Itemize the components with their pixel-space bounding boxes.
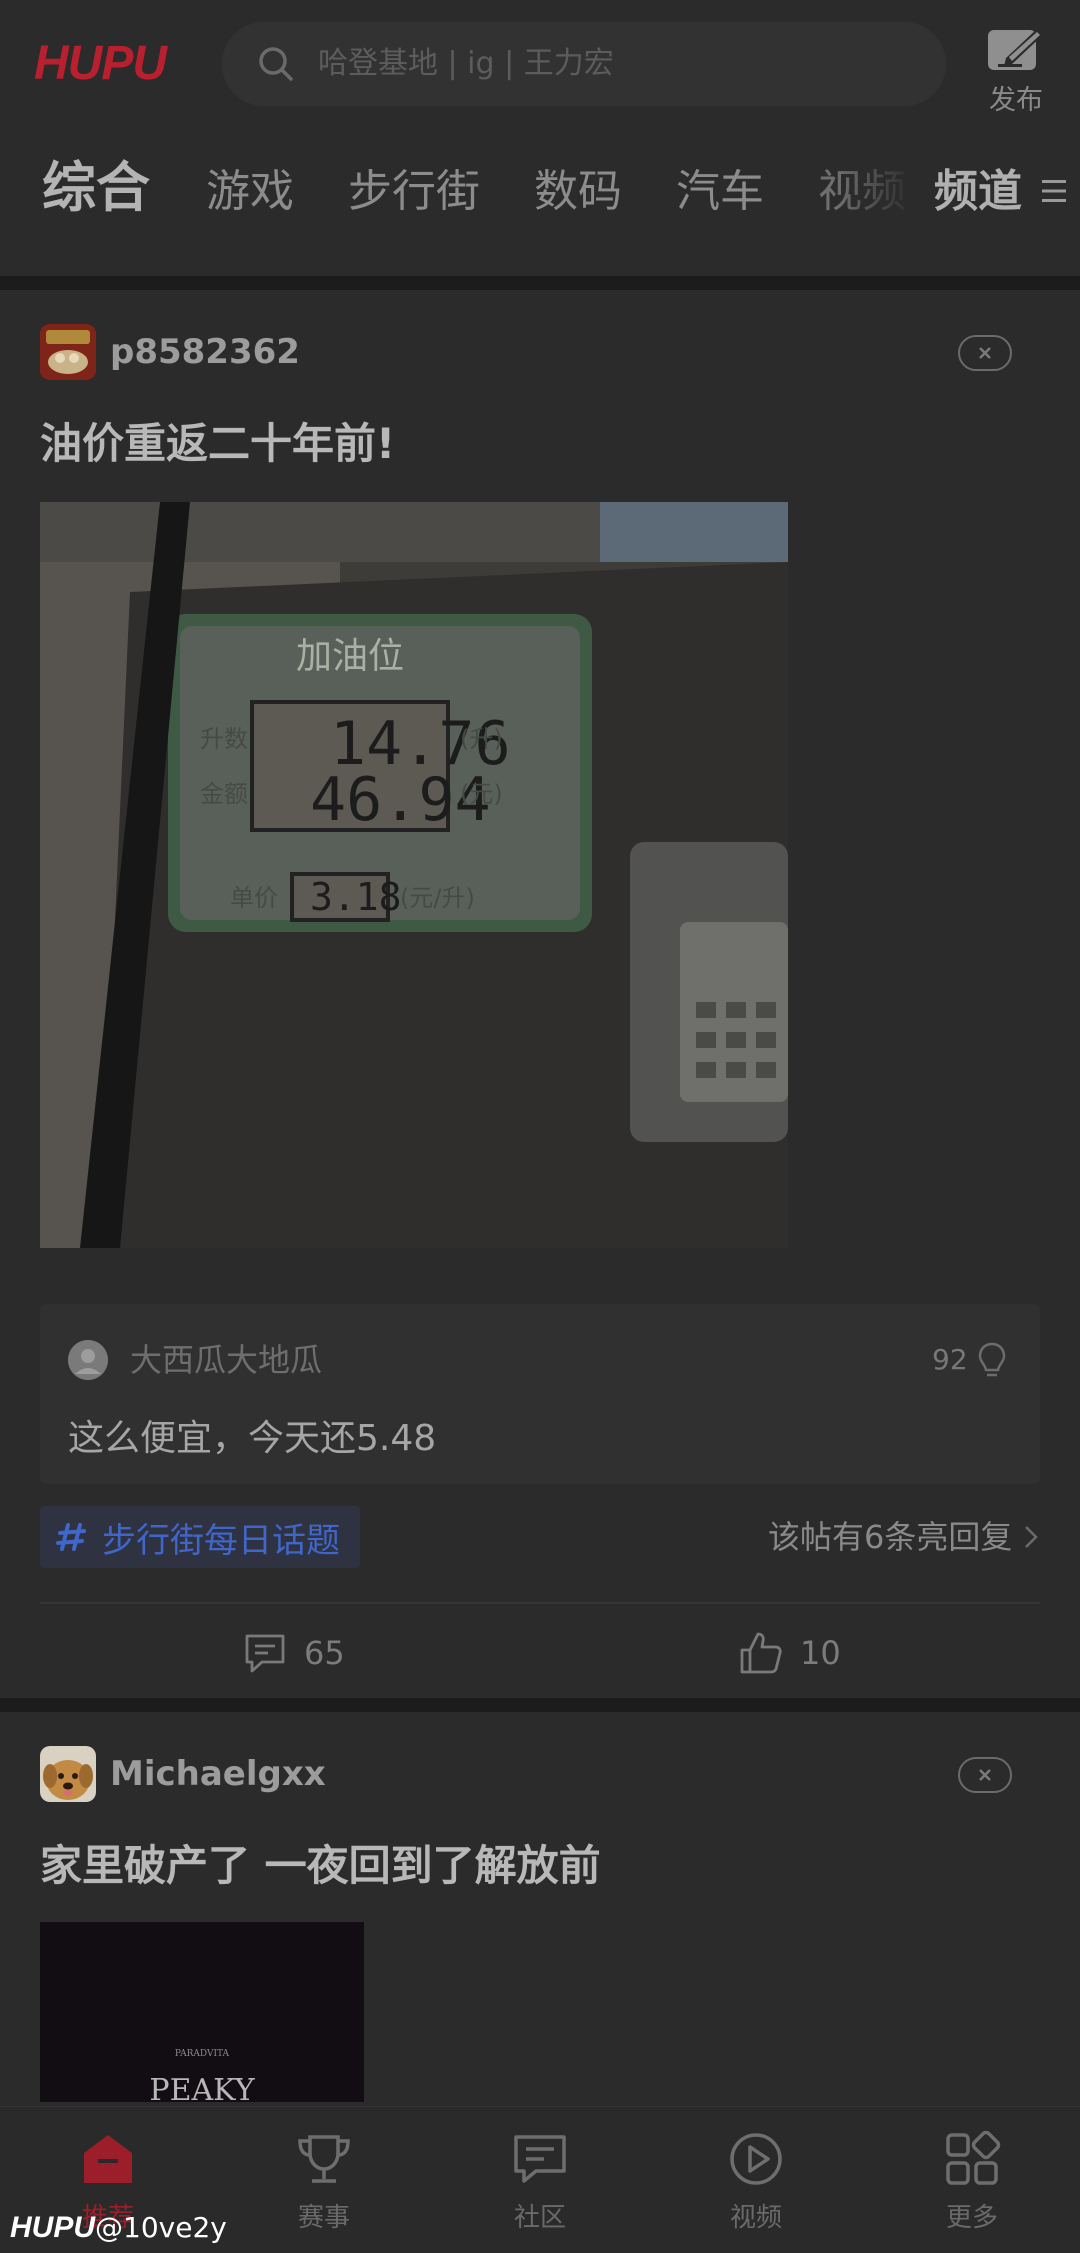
chat-icon (514, 2135, 566, 2183)
channel-button[interactable]: 频道 (934, 162, 1022, 222)
comment-avatar[interactable] (68, 1340, 108, 1380)
search-placeholder: 哈登基地 | ig | 王力宏 (318, 46, 614, 81)
tabs-fade-overlay (838, 130, 934, 276)
top-header: HUPU 哈登基地 | ig | 王力宏 发布 (0, 0, 1080, 130)
nav-events[interactable]: 赛事 (216, 2107, 432, 2253)
watermark: HUPU@10ve2y (10, 2210, 227, 2246)
action-separator (40, 1602, 1040, 1604)
publish-edit-icon (988, 28, 1044, 70)
section-divider (0, 276, 1080, 290)
comment-author[interactable]: 大西瓜大地瓜 (130, 1340, 322, 1380)
avatar-image (40, 324, 96, 380)
like-button[interactable]: 10 (738, 1628, 841, 1678)
watermark-brand: HUPU (10, 2211, 96, 2244)
topic-label: 步行街每日话题 (102, 1520, 340, 1561)
category-tabs: 综合 游戏 步行街 数码 汽车 视频 频道 (0, 130, 1080, 276)
tab-cars[interactable]: 汽车 (676, 162, 764, 222)
panel-title-text: 加油位 (296, 636, 404, 677)
tab-games[interactable]: 游戏 (206, 162, 294, 222)
comment-button[interactable]: 65 (242, 1628, 345, 1678)
menu-icon[interactable] (1040, 177, 1068, 205)
avatar[interactable] (40, 324, 96, 380)
comment-like-count: 92 (932, 1343, 968, 1376)
post-title[interactable]: 家里破产了 一夜回到了解放前 (40, 1836, 601, 1896)
dismiss-button[interactable] (958, 1757, 1012, 1793)
topic-tag[interactable]: 步行街每日话题 (40, 1506, 360, 1568)
volume-unit: (升) (460, 725, 503, 753)
home-icon (84, 2135, 132, 2183)
tab-comprehensive[interactable]: 综合 (42, 158, 150, 218)
volume-label: 升数 (200, 725, 248, 753)
post-title[interactable]: 油价重返二十年前! (40, 414, 395, 474)
nav-label: 赛事 (297, 2203, 350, 2233)
nav-video[interactable]: 视频 (648, 2107, 864, 2253)
nav-community[interactable]: 社区 (432, 2107, 648, 2253)
close-icon (979, 347, 991, 359)
nav-label: 视频 (729, 2203, 782, 2233)
publish-label: 发布 (989, 85, 1043, 116)
avatar-image (40, 1746, 96, 1802)
post-author[interactable]: p8582362 (110, 324, 300, 380)
unit-price-label: 单价 (230, 884, 278, 912)
search-icon (259, 47, 293, 81)
nav-label: 社区 (513, 2203, 566, 2233)
publish-button[interactable]: 发布 (974, 22, 1058, 118)
search-bar[interactable]: 哈登基地 | ig | 王力宏 (222, 22, 946, 106)
trophy-icon (298, 2135, 350, 2183)
avatar[interactable] (40, 1746, 96, 1802)
hupu-logo[interactable]: HUPU (34, 36, 167, 91)
play-icon (730, 2133, 782, 2185)
fuel-pump-photo: 加油位 升数 金额 单价 14.76 46.94 3.18 (升) (元) (元… (40, 502, 788, 1248)
comment-text: 这么便宜，今天还5.48 (68, 1418, 437, 1459)
poster-small-text: PARADVITA (175, 2049, 230, 2059)
post-image[interactable]: PARADVITA PEAKY (40, 1922, 364, 2102)
poster-big-text: PEAKY (149, 2073, 255, 2102)
thumbs-up-icon (740, 1632, 782, 1674)
highlighted-replies-link[interactable]: 该帖有6条亮回复 (768, 1514, 1012, 1560)
comment-icon (245, 1634, 285, 1673)
tab-digital[interactable]: 数码 (534, 162, 622, 222)
user-icon (68, 1340, 108, 1380)
nav-label: 更多 (945, 2203, 998, 2233)
amount-unit: (元) (460, 780, 503, 808)
chevron-right-icon (1025, 1526, 1038, 1548)
tab-pedestrian-street[interactable]: 步行街 (348, 162, 480, 222)
post-image[interactable]: 加油位 升数 金额 单价 14.76 46.94 3.18 (升) (元) (元… (40, 502, 788, 1248)
top-comment[interactable]: 大西瓜大地瓜 92 这么便宜，今天还5.48 (40, 1304, 1040, 1484)
close-icon (979, 1769, 991, 1781)
dismiss-button[interactable] (958, 335, 1012, 371)
hashtag-icon (56, 1523, 86, 1551)
lightbulb-icon[interactable] (976, 1340, 1008, 1380)
grid-icon (946, 2130, 1001, 2185)
comment-count: 65 (304, 1634, 345, 1672)
amount-label: 金额 (200, 780, 248, 808)
section-divider (0, 1698, 1080, 1712)
movie-poster-image: PARADVITA PEAKY (40, 1922, 364, 2102)
unit-price-unit: (元/升) (400, 884, 475, 912)
like-count: 10 (800, 1634, 841, 1672)
watermark-handle: @10ve2y (95, 2211, 227, 2244)
unit-price-reading: 3.18 (310, 875, 402, 919)
nav-more[interactable]: 更多 (864, 2107, 1080, 2253)
post-author[interactable]: Michaelgxx (110, 1746, 326, 1802)
